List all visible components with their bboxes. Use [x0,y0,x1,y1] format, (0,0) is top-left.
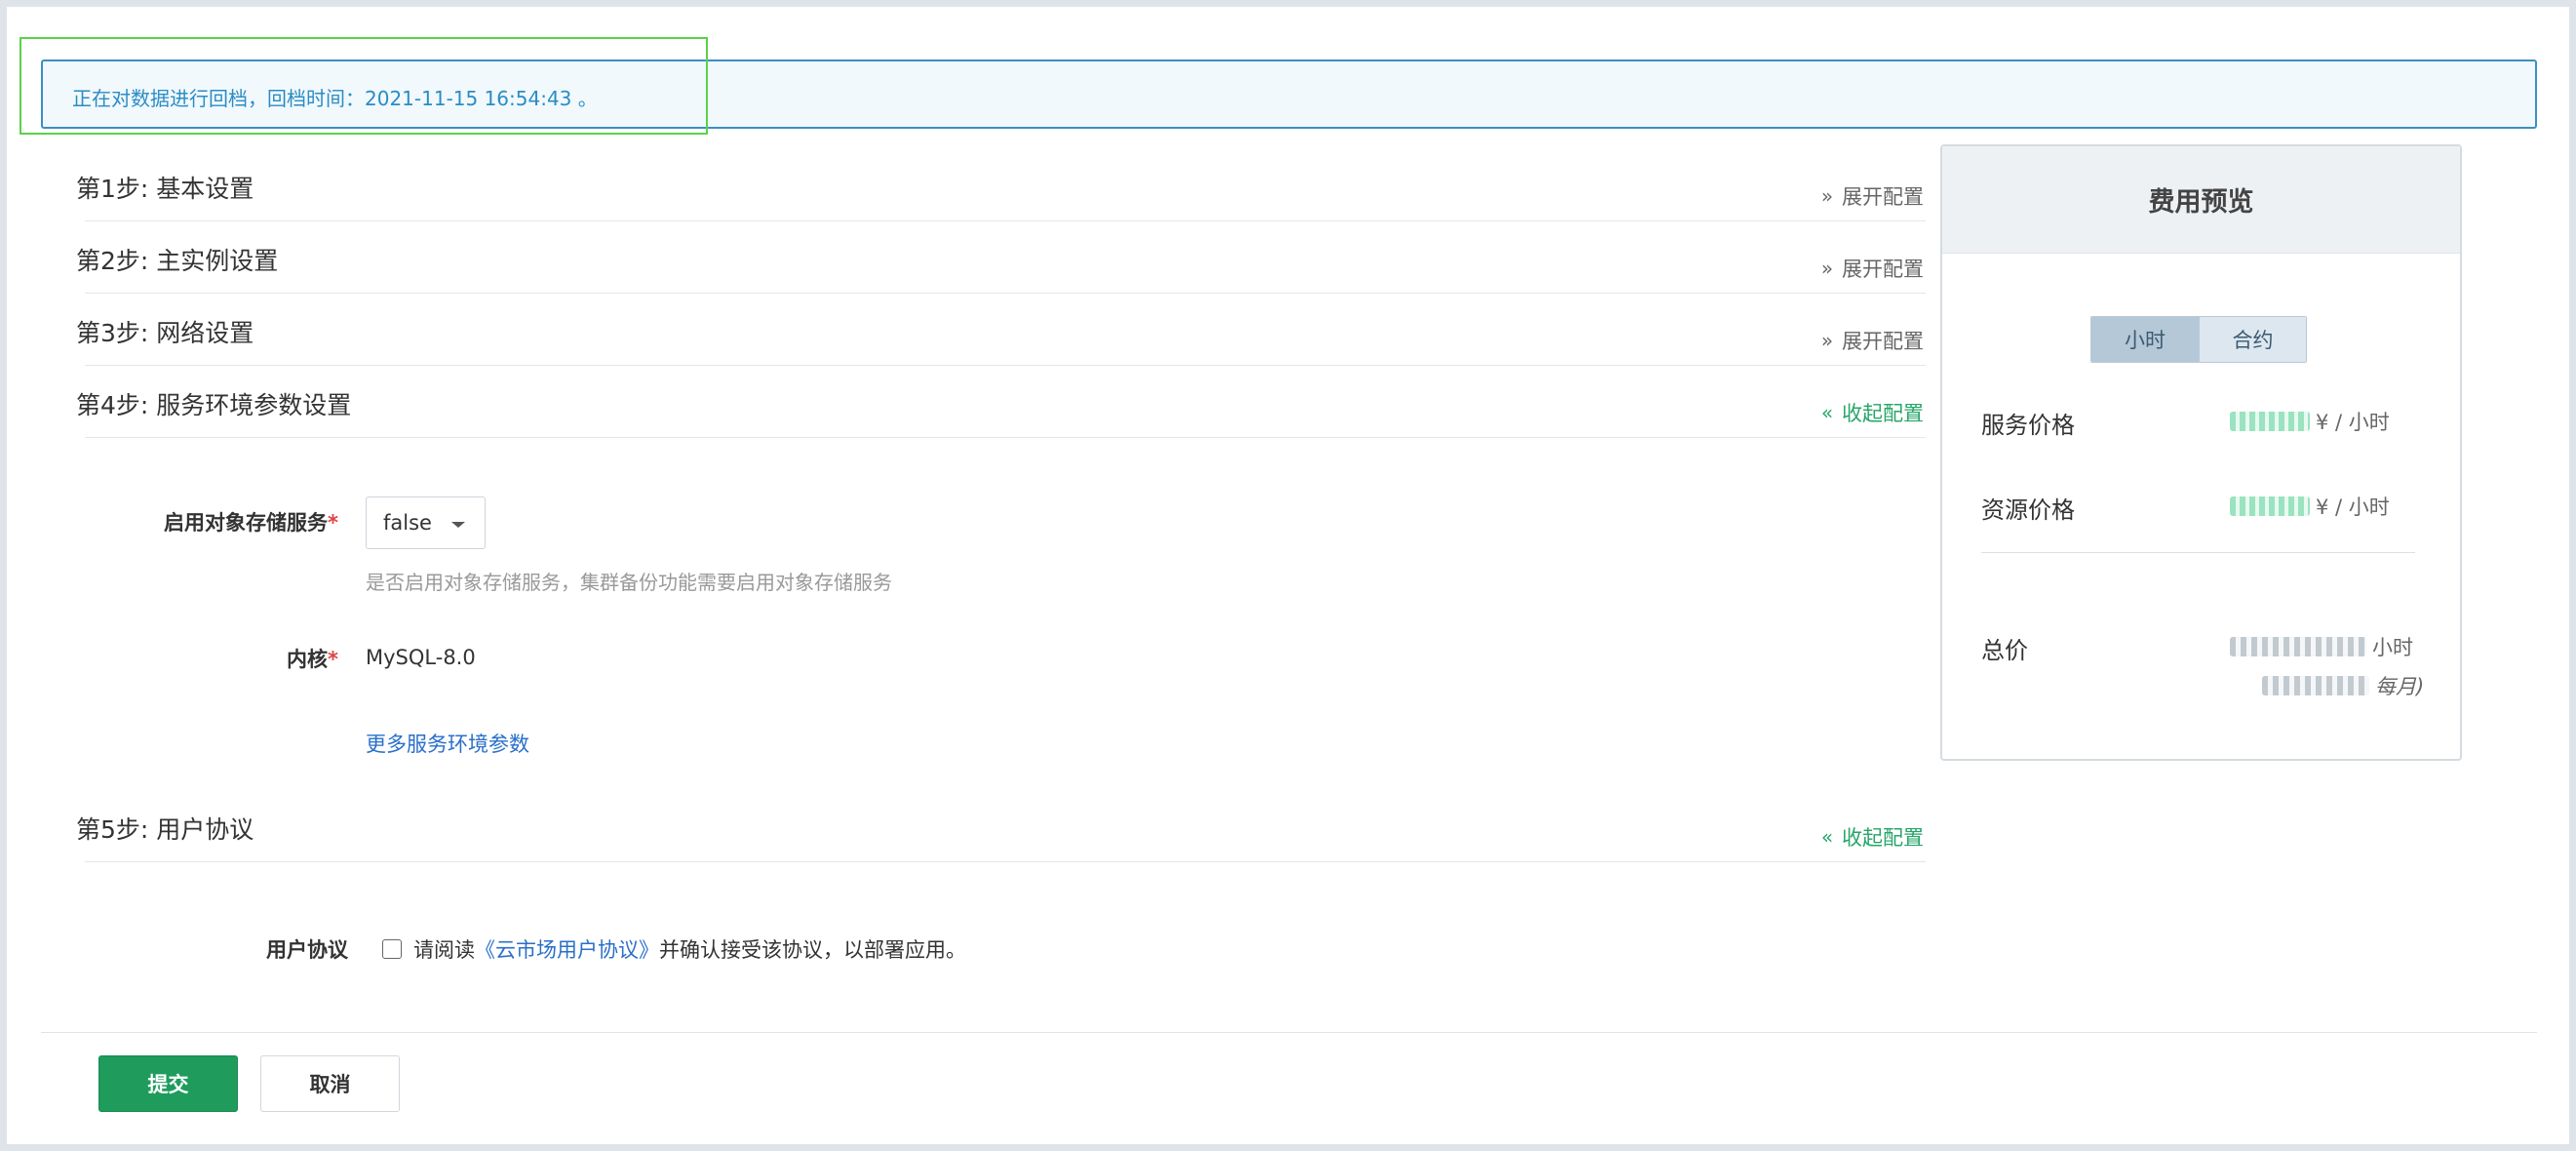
service-price-label: 服务价格 [1981,412,2075,439]
kernel-value: MySQL-8.0 [366,646,476,669]
step-title: 第3步: 网络设置 [76,319,254,347]
service-price-unit: ¥ / 小时 [2316,411,2390,434]
redacted-price [2230,412,2310,431]
agreement-text-after: 并确认接受该协议，以部署应用。 [659,938,966,962]
service-price-value: ¥ / 小时 [2230,407,2390,436]
step-title: 第5步: 用户协议 [76,815,254,844]
step-title: 第4步: 服务环境参数设置 [76,391,352,419]
more-params-link[interactable]: 更多服务环境参数 [366,729,529,758]
resource-price-unit: ¥ / 小时 [2316,496,2390,519]
divider [85,220,1926,221]
cost-preview-title: 费用预览 [1942,146,2460,254]
toggle-label: 收起配置 [1842,402,1924,425]
resource-price-value: ¥ / 小时 [2230,492,2390,521]
required-mark: * [328,511,338,535]
divider [85,437,1926,438]
expand-toggle[interactable]: » 展开配置 [1820,326,1924,355]
chevron-double-down-icon: » [1820,329,1834,352]
step-title: 第2步: 主实例设置 [76,247,279,275]
total-hour-unit: 小时 [2372,636,2413,659]
step-title: 第1步: 基本设置 [76,175,254,203]
tab-hourly[interactable]: 小时 [2091,317,2199,362]
redacted-price [2230,496,2310,516]
chevron-double-up-icon: « [1820,825,1834,849]
divider [85,293,1926,294]
agreement-text-before: 请阅读 [413,938,475,962]
total-price-monthly: 每月) [2262,671,2424,700]
chevron-double-down-icon: » [1820,184,1834,208]
object-storage-value: false [383,511,432,535]
expand-toggle[interactable]: » 展开配置 [1820,181,1924,211]
collapse-toggle[interactable]: « 收起配置 [1820,822,1924,852]
kernel-label-text: 内核 [287,648,329,671]
cost-preview-panel: 费用预览 小时 合约 服务价格 ¥ / 小时 资源价格 ¥ / 小时 总价 小时… [1940,144,2462,761]
object-storage-select[interactable]: false [366,496,486,549]
total-price-hourly: 小时 [2230,632,2413,661]
chevron-double-up-icon: « [1820,401,1834,424]
divider [1981,552,2415,553]
chevron-double-down-icon: » [1820,257,1834,280]
expand-toggle[interactable]: » 展开配置 [1820,254,1924,283]
object-storage-label: 启用对象存储服务* [143,507,338,536]
divider [85,861,1926,862]
rollback-notice-text: 正在对数据进行回档，回档时间：2021-11-15 16:54:43 。 [72,87,598,110]
tab-contract[interactable]: 合约 [2199,317,2306,362]
page: 正在对数据进行回档，回档时间：2021-11-15 16:54:43 。 第1步… [7,7,2569,1144]
object-storage-label-text: 启用对象存储服务 [164,511,329,535]
toggle-label: 收起配置 [1842,826,1924,850]
total-month-unit: 每月) [2375,675,2425,698]
collapse-toggle[interactable]: « 收起配置 [1820,398,1924,427]
toggle-label: 展开配置 [1842,185,1924,209]
kernel-label: 内核* [241,644,338,673]
toggle-label: 展开配置 [1842,258,1924,281]
required-mark: * [328,648,338,671]
billing-period-switch: 小时 合约 [2090,316,2307,363]
total-price-label: 总价 [1981,637,2028,664]
rollback-notice: 正在对数据进行回档，回档时间：2021-11-15 16:54:43 。 [41,60,2537,129]
divider [85,365,1926,366]
cancel-button[interactable]: 取消 [260,1055,400,1112]
caret-down-icon [451,522,465,528]
agreement-label: 用户协议 [266,938,348,962]
redacted-price [2230,637,2366,656]
toggle-label: 展开配置 [1842,330,1924,353]
redacted-price [2262,676,2369,695]
submit-button[interactable]: 提交 [98,1055,238,1112]
agreement-row: 请阅读 《云市场用户协议》 并确认接受该协议，以部署应用。 [382,934,966,964]
agreement-checkbox[interactable] [382,939,402,959]
divider [41,1032,2537,1033]
object-storage-hint: 是否启用对象存储服务，集群备份功能需要启用对象存储服务 [366,571,892,594]
resource-price-label: 资源价格 [1981,496,2075,524]
agreement-link[interactable]: 《云市场用户协议》 [475,934,659,964]
